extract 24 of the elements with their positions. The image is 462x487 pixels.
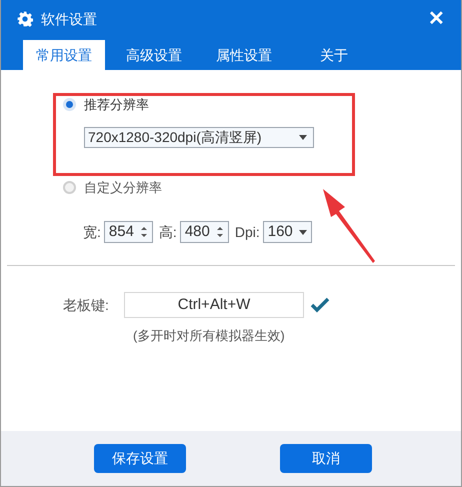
gear-icon: [17, 11, 33, 27]
tab[interactable]: 常用设置: [23, 40, 105, 70]
number-spinner[interactable]: 854: [104, 221, 153, 243]
hotkey-note: (多开时对所有模拟器生效): [133, 327, 286, 345]
dpi-dropdown[interactable]: 160: [262, 221, 312, 243]
radio-label: 推荐分辨率: [84, 96, 149, 114]
checkmark-icon: [310, 297, 330, 313]
dialog-button[interactable]: 取消: [280, 444, 372, 473]
dpi-label: Dpi:: [234, 222, 260, 242]
resolution-dropdown[interactable]: 720x1280-320dpi(高清竖屏): [84, 126, 314, 148]
radio-label: 自定义分辨率: [84, 178, 162, 196]
tab[interactable]: 属性设置: [203, 40, 285, 70]
hotkey-field[interactable]: Ctrl+Alt+W: [124, 292, 304, 318]
tab[interactable]: 关于: [293, 40, 375, 70]
window-title: 软件设置: [41, 10, 97, 28]
close-button[interactable]: ✕: [428, 9, 445, 29]
boss-key-label: 老板键:: [63, 296, 110, 314]
height-label: 高:: [158, 222, 177, 242]
radio-button[interactable]: [63, 98, 76, 112]
radio-button[interactable]: [63, 180, 76, 194]
width-label: 宽:: [83, 222, 101, 242]
number-spinner[interactable]: 480: [180, 221, 229, 243]
tab[interactable]: 高级设置: [113, 40, 195, 70]
dialog-button[interactable]: 保存设置: [94, 444, 186, 473]
